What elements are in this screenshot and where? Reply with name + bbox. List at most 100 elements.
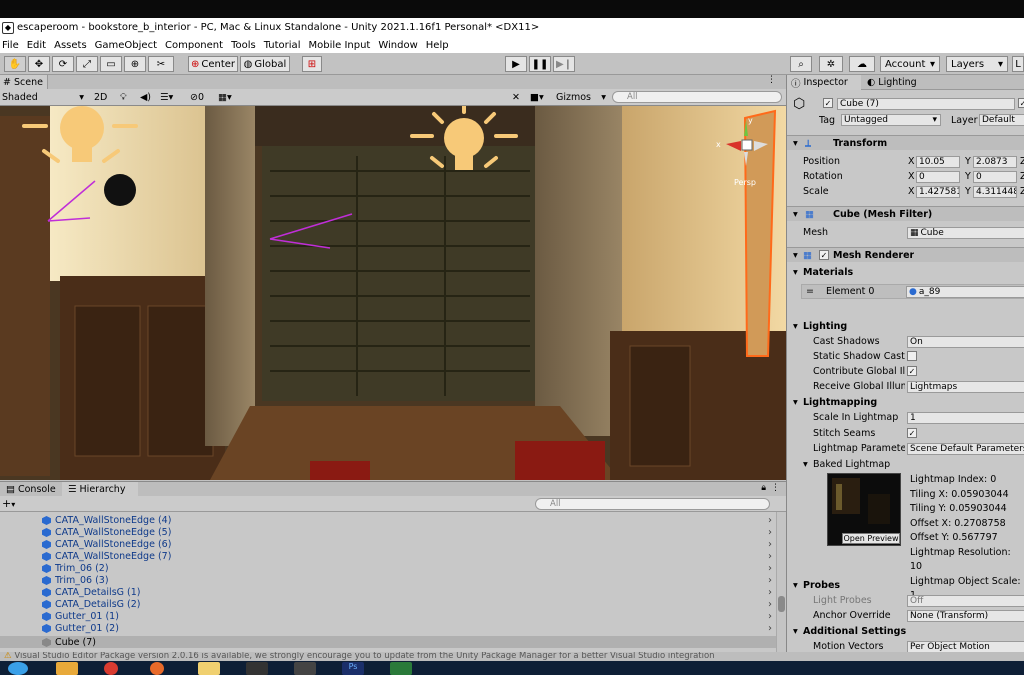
- chevron-right-icon[interactable]: ›: [768, 551, 772, 562]
- layout-dropdown[interactable]: L: [1012, 56, 1024, 72]
- folder-icon[interactable]: [198, 662, 220, 675]
- unity-hub-icon[interactable]: [246, 662, 268, 675]
- chevron-right-icon[interactable]: ›: [768, 563, 772, 574]
- material-field[interactable]: ● a_89: [906, 286, 1024, 298]
- rotation-y-field[interactable]: 0: [973, 171, 1017, 183]
- tab-scene[interactable]: # Scene: [0, 75, 48, 89]
- hand-tool-button[interactable]: ✋: [4, 56, 26, 72]
- anchor-override-field[interactable]: None (Transform): [907, 610, 1024, 622]
- receive-gi-dropdown[interactable]: Lightmaps: [907, 381, 1024, 393]
- baked-lightmap-row[interactable]: ▾ Baked Lightmap: [787, 457, 1024, 472]
- firefox-icon[interactable]: [150, 662, 164, 675]
- chevron-right-icon[interactable]: ›: [768, 527, 772, 538]
- status-bar[interactable]: ⚠ Visual Studio Editor Package version 2…: [0, 652, 1024, 661]
- lightmap-params-dropdown[interactable]: Scene Default Parameters: [907, 443, 1024, 455]
- menu-window[interactable]: Window: [378, 40, 417, 51]
- account-dropdown[interactable]: Account ▾: [880, 56, 940, 72]
- chevron-right-icon[interactable]: ›: [768, 623, 772, 634]
- list-item-selected[interactable]: Cube (7): [0, 636, 776, 648]
- menu-file[interactable]: File: [2, 40, 19, 51]
- lock-icon[interactable]: 🔒︎: [761, 483, 766, 493]
- list-item[interactable]: CATA_WallStoneEdge (4) ›: [0, 514, 776, 526]
- audio-toggle[interactable]: ◀): [140, 91, 151, 104]
- mesh-field[interactable]: ▦ Cube: [907, 227, 1024, 239]
- tools-toggle[interactable]: ✕: [512, 91, 520, 104]
- scrollbar-thumb[interactable]: [778, 596, 785, 612]
- open-preview-button[interactable]: Open Preview: [842, 533, 900, 544]
- scale-y-field[interactable]: 4.311448: [973, 186, 1017, 198]
- pivot-center-button[interactable]: ⊕ Center: [188, 56, 238, 72]
- move-tool-button[interactable]: ✥: [28, 56, 50, 72]
- menu-tools[interactable]: Tools: [231, 40, 256, 51]
- hierarchy-search-input[interactable]: All: [535, 498, 770, 510]
- orientation-gizmo[interactable]: y x Persp: [716, 116, 776, 191]
- tab-console[interactable]: ▤ Console: [0, 482, 62, 497]
- list-item[interactable]: CATA_DetailsG (2) ›: [0, 598, 776, 610]
- tab-hierarchy[interactable]: ☰ Hierarchy: [62, 482, 138, 497]
- 2d-toggle[interactable]: 2D: [94, 91, 110, 104]
- pause-button[interactable]: ❚❚: [529, 56, 551, 72]
- chevron-right-icon[interactable]: ›: [768, 575, 772, 586]
- tag-dropdown[interactable]: Untagged ▾: [841, 114, 941, 126]
- chrome-icon[interactable]: [104, 662, 118, 675]
- more-options-icon[interactable]: ⋮: [771, 483, 780, 493]
- materials-row[interactable]: ▾ Materials: [787, 265, 1024, 280]
- search-button[interactable]: ⌕: [790, 56, 812, 72]
- chevron-right-icon[interactable]: ›: [768, 539, 772, 550]
- light-bulb-icon[interactable]: [410, 106, 520, 184]
- rotation-x-field[interactable]: 0: [916, 171, 960, 183]
- start-icon[interactable]: [8, 662, 28, 675]
- list-item[interactable]: CATA_WallStoneEdge (5) ›: [0, 526, 776, 538]
- list-item[interactable]: CATA_DetailsG (1) ›: [0, 586, 776, 598]
- additional-settings-header[interactable]: ▾ Additional Settings: [787, 624, 1024, 639]
- collab-button[interactable]: ✲: [819, 56, 843, 72]
- pivot-global-button[interactable]: ◍ Global: [240, 56, 290, 72]
- more-options-icon[interactable]: ⋮: [767, 75, 776, 85]
- light-probes-dropdown[interactable]: Off: [907, 595, 1024, 607]
- lighting-section-header[interactable]: ▾ Lighting: [787, 319, 1024, 334]
- cast-shadows-dropdown[interactable]: On: [907, 336, 1024, 348]
- stitch-seams-checkbox[interactable]: ✓: [907, 428, 917, 438]
- play-button[interactable]: ▶: [505, 56, 527, 72]
- mesh-renderer-enabled-checkbox[interactable]: ✓: [819, 250, 829, 260]
- menu-help[interactable]: Help: [426, 40, 449, 51]
- layers-dropdown[interactable]: Layers ▾: [946, 56, 1008, 72]
- light-bulb-icon[interactable]: [22, 106, 142, 181]
- list-item[interactable]: Gutter_01 (2) ›: [0, 622, 776, 634]
- rotate-tool-button[interactable]: ⟳: [52, 56, 74, 72]
- list-item[interactable]: CATA_WallStoneEdge (7) ›: [0, 550, 776, 562]
- drag-handle-icon[interactable]: =: [806, 286, 814, 297]
- list-item[interactable]: Gutter_01 (1) ›: [0, 610, 776, 622]
- scene-grid-toggle[interactable]: ▦▾: [218, 91, 232, 104]
- mesh-filter-header[interactable]: ▾ ▦ Cube (Mesh Filter): [787, 206, 1024, 221]
- app-icon[interactable]: [390, 662, 412, 675]
- menu-gameobject[interactable]: GameObject: [95, 40, 157, 51]
- mesh-renderer-header[interactable]: ▾ ▦ ✓ Mesh Renderer: [787, 247, 1024, 262]
- step-button[interactable]: ▶❙: [553, 56, 575, 72]
- transform-tool-button[interactable]: ⊕: [124, 56, 146, 72]
- tab-inspector[interactable]: ⓘ Inspector: [787, 75, 861, 90]
- tab-lighting[interactable]: ◐ Lighting: [863, 75, 933, 90]
- photoshop-icon[interactable]: Ps: [342, 662, 364, 675]
- scale-in-lightmap-field[interactable]: 1: [907, 412, 1024, 424]
- chevron-right-icon[interactable]: ›: [768, 599, 772, 610]
- shading-mode-dropdown[interactable]: Shaded ▾: [0, 91, 86, 104]
- file-explorer-icon[interactable]: [56, 662, 78, 675]
- scene-viewport[interactable]: y x Persp: [0, 106, 786, 480]
- effects-dropdown[interactable]: ☰▾: [160, 91, 173, 104]
- grid-snap-button[interactable]: ⊞: [302, 56, 322, 72]
- layer-dropdown[interactable]: Default: [979, 114, 1024, 126]
- menu-assets[interactable]: Assets: [54, 40, 87, 51]
- transform-header[interactable]: ▾ ⟂ Transform: [787, 135, 1024, 150]
- chevron-right-icon[interactable]: ›: [768, 587, 772, 598]
- hidden-objects-toggle[interactable]: ⊘ 0: [190, 91, 204, 104]
- unity-editor-icon[interactable]: [294, 662, 316, 675]
- position-y-field[interactable]: 2.0873: [973, 156, 1017, 168]
- position-x-field[interactable]: 10.05: [916, 156, 960, 168]
- contribute-gi-checkbox[interactable]: ✓: [907, 366, 917, 376]
- add-button[interactable]: +▾: [2, 497, 15, 510]
- menu-tutorial[interactable]: Tutorial: [264, 40, 301, 51]
- hierarchy-scrollbar[interactable]: [776, 512, 786, 652]
- lighting-toggle[interactable]: 💡︎: [120, 91, 127, 104]
- chevron-right-icon[interactable]: ›: [768, 611, 772, 622]
